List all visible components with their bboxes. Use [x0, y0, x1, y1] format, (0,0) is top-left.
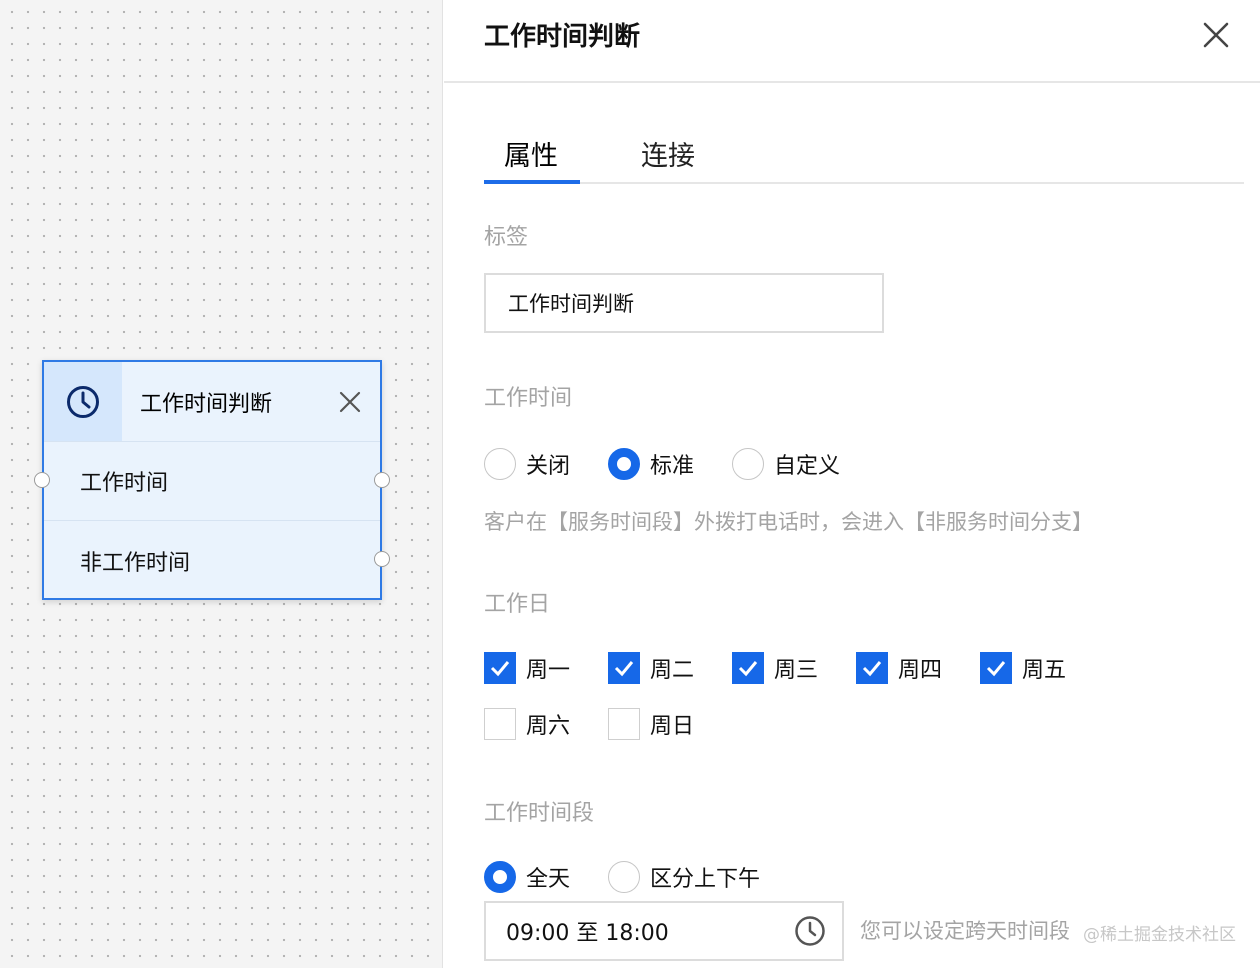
label-heading: 标签 — [484, 225, 529, 250]
radio-button-selected[interactable] — [608, 448, 640, 480]
panel-header: 工作时间判断 — [444, 0, 1260, 83]
checkbox-label: 周五 — [1022, 658, 1067, 683]
checkmark-icon — [614, 661, 634, 677]
radio-label: 全天 — [526, 867, 571, 892]
node-branch-work-time[interactable]: 工作时间 — [34, 442, 390, 521]
workdays-row-1: 周一 周二 周三 周四 周五 — [484, 652, 1066, 684]
radio-standard[interactable]: 标准 — [608, 448, 732, 480]
work-period-options: 全天 区分上下午 — [484, 861, 760, 893]
radio-button[interactable] — [484, 448, 516, 480]
property-panel: 工作时间判断 属性 连接 标签 工作时间 关闭 标准 自定义 客户在【服务时间段… — [444, 0, 1260, 968]
checkbox[interactable] — [980, 652, 1012, 684]
panel-title: 工作时间判断 — [484, 22, 641, 52]
radio-label: 自定义 — [774, 454, 841, 479]
clock-icon — [795, 916, 825, 946]
checkbox-label: 周日 — [650, 714, 695, 739]
checkbox[interactable] — [608, 708, 640, 740]
label-input[interactable] — [484, 273, 884, 333]
radio-all-day[interactable]: 全天 — [484, 861, 608, 893]
checkbox-thursday[interactable]: 周四 — [856, 652, 980, 684]
checkmark-icon — [862, 661, 882, 677]
radio-custom[interactable]: 自定义 — [732, 448, 840, 480]
checkbox-wednesday[interactable]: 周三 — [732, 652, 856, 684]
tab-connections[interactable]: 连接 — [641, 134, 695, 173]
checkbox-friday[interactable]: 周五 — [980, 652, 1066, 684]
close-icon — [1203, 22, 1229, 48]
radio-off[interactable]: 关闭 — [484, 448, 608, 480]
panel-close-button[interactable] — [1198, 17, 1234, 53]
checkmark-icon — [738, 661, 758, 677]
checkbox-label: 周一 — [526, 658, 571, 683]
checkbox-label: 周四 — [898, 658, 943, 683]
workdays-heading: 工作日 — [484, 592, 551, 617]
checkbox-sunday[interactable]: 周日 — [608, 708, 694, 740]
input-port[interactable] — [34, 472, 50, 488]
radio-label: 区分上下午 — [650, 867, 761, 892]
node-branch-non-work-time[interactable]: 非工作时间 — [44, 521, 390, 600]
output-port-work-time[interactable] — [374, 472, 390, 488]
checkmark-icon — [490, 661, 510, 677]
clock-icon — [67, 385, 99, 418]
workdays-row-2: 周六 周日 — [484, 708, 694, 740]
work-time-heading: 工作时间 — [484, 386, 573, 411]
output-port-non-work-time[interactable] — [374, 551, 390, 567]
flow-canvas[interactable]: 工作时间判断 工作时间 非工作时间 — [0, 0, 443, 968]
node-icon-box — [44, 362, 122, 441]
node-delete-button[interactable] — [332, 384, 368, 420]
node-header: 工作时间判断 — [44, 362, 380, 442]
checkbox-label: 周三 — [774, 658, 819, 683]
work-time-hint: 客户在【服务时间段】外拨打电话时，会进入【非服务时间分支】 — [484, 510, 1093, 534]
radio-am-pm[interactable]: 区分上下午 — [608, 861, 760, 893]
work-time-options: 关闭 标准 自定义 — [484, 448, 840, 480]
time-range-value: 09:00 至 18:00 — [506, 921, 669, 946]
checkbox[interactable] — [732, 652, 764, 684]
checkbox-saturday[interactable]: 周六 — [484, 708, 608, 740]
radio-label: 标准 — [650, 454, 695, 479]
work-period-heading: 工作时间段 — [484, 801, 595, 826]
checkbox-label: 周二 — [650, 658, 695, 683]
checkbox[interactable] — [484, 708, 516, 740]
branch-label: 工作时间 — [80, 471, 169, 496]
tab-properties[interactable]: 属性 — [504, 134, 558, 173]
radio-label: 关闭 — [526, 454, 571, 479]
checkbox[interactable] — [484, 652, 516, 684]
radio-button[interactable] — [608, 861, 640, 893]
branch-label: 非工作时间 — [80, 550, 191, 576]
checkbox-monday[interactable]: 周一 — [484, 652, 608, 684]
checkbox[interactable] — [856, 652, 888, 684]
checkbox-tuesday[interactable]: 周二 — [608, 652, 732, 684]
close-icon — [339, 391, 361, 412]
checkmark-icon — [986, 661, 1006, 677]
node-title: 工作时间判断 — [140, 391, 273, 417]
radio-button[interactable] — [732, 448, 764, 480]
checkbox[interactable] — [608, 652, 640, 684]
time-range-hint: 您可以设定跨天时间段 — [860, 919, 1070, 943]
checkbox-label: 周六 — [526, 714, 571, 739]
flow-node-work-time[interactable]: 工作时间判断 工作时间 非工作时间 — [34, 360, 390, 600]
watermark: @稀土掘金技术社区 — [1083, 925, 1236, 945]
time-range-picker[interactable]: 09:00 至 18:00 — [484, 901, 844, 961]
active-tab-indicator — [484, 180, 580, 184]
radio-button-selected[interactable] — [484, 861, 516, 893]
panel-tabs: 属性 连接 — [484, 130, 1244, 184]
